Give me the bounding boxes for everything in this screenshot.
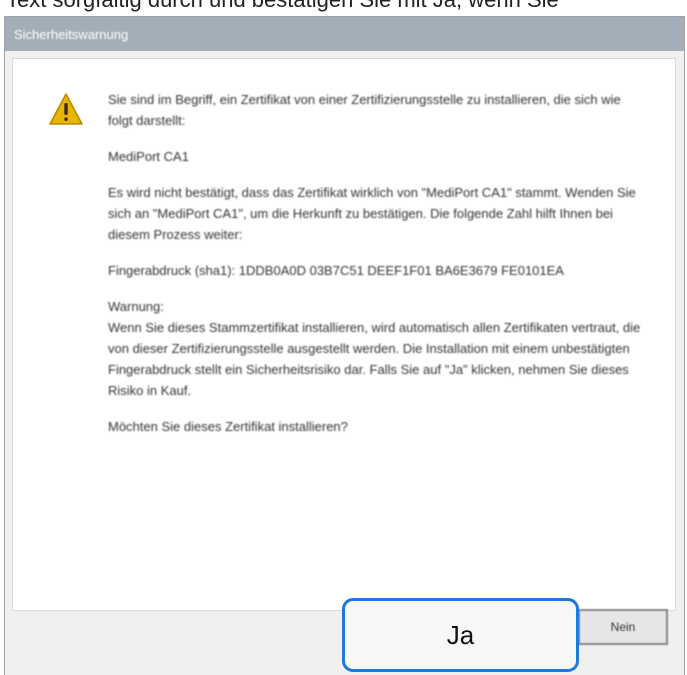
dialog-titlebar[interactable]: Sicherheitswarnung (5, 17, 684, 51)
issuer-name: MediPort CA1 (108, 149, 189, 164)
security-warning-dialog: Sicherheitswarnung Sie sind im Begriff, … (4, 16, 685, 675)
no-button[interactable]: Nein (578, 609, 668, 645)
warning-icon (49, 93, 83, 125)
instruction-text: Text sorgfältig durch und bestätigen Sie… (6, 0, 559, 13)
message-verification: Es wird nicht bestätigt, dass das Zertif… (108, 185, 636, 242)
yes-button[interactable]: Ja (342, 598, 579, 672)
message-intro: Sie sind im Begriff, ein Zertifikat von … (108, 92, 621, 128)
page: Text sorgfältig durch und bestätigen Sie… (0, 0, 687, 675)
dialog-message: Sie sind im Begriff, ein Zertifikat von … (108, 89, 648, 452)
dialog-title: Sicherheitswarnung (14, 26, 129, 42)
fingerprint-text: Fingerabdruck (sha1): 1DDB0A0D 03B7C51 D… (108, 263, 564, 278)
dialog-content: Sie sind im Begriff, ein Zertifikat von … (12, 58, 676, 611)
warning-text: Warnung: Wenn Sie dieses Stammzertifikat… (108, 299, 641, 398)
yes-button-label: Ja (446, 619, 475, 650)
install-question: Möchten Sie dieses Zertifikat installier… (108, 419, 348, 434)
